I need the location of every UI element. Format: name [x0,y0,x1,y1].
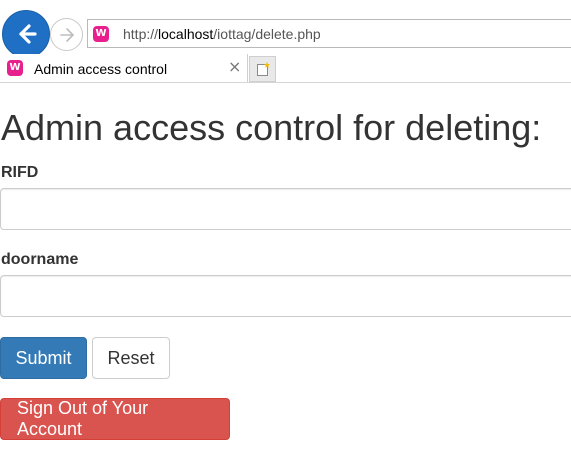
browser-toolbar: W http://localhost/iottag/delete.php [0,0,571,58]
site-favicon-icon: W [93,26,109,42]
tab-admin-access-control[interactable]: W Admin access control × [0,54,248,83]
submit-button[interactable]: Submit [0,337,87,379]
tab-strip-divider [0,82,571,83]
url-path: /iottag/delete.php [213,26,321,42]
tab-close-icon[interactable]: × [228,58,241,76]
url-text[interactable]: http://localhost/iottag/delete.php [123,26,321,42]
tab-strip: W Admin access control × [0,54,571,84]
forward-arrow-icon [59,27,74,42]
page-heading: Admin access control for deleting: [1,107,542,148]
back-arrow-icon [19,24,37,44]
tab-title: Admin access control [34,61,168,77]
rfid-input[interactable] [0,188,571,230]
tab-favicon-icon: W [7,60,23,76]
forward-button[interactable] [50,18,83,51]
new-tab-icon [256,62,270,76]
url-host: localhost [158,26,214,42]
rfid-label: RIFD [1,164,39,181]
new-tab-button[interactable] [249,56,276,82]
sign-out-button[interactable]: Sign Out of Your Account [0,398,230,440]
back-button[interactable] [2,10,50,58]
reset-button[interactable]: Reset [92,337,170,379]
doorname-label: doorname [1,251,79,268]
url-prefix: http:// [123,26,159,42]
address-bar[interactable]: W http://localhost/iottag/delete.php [87,19,571,48]
doorname-input[interactable] [0,275,571,317]
